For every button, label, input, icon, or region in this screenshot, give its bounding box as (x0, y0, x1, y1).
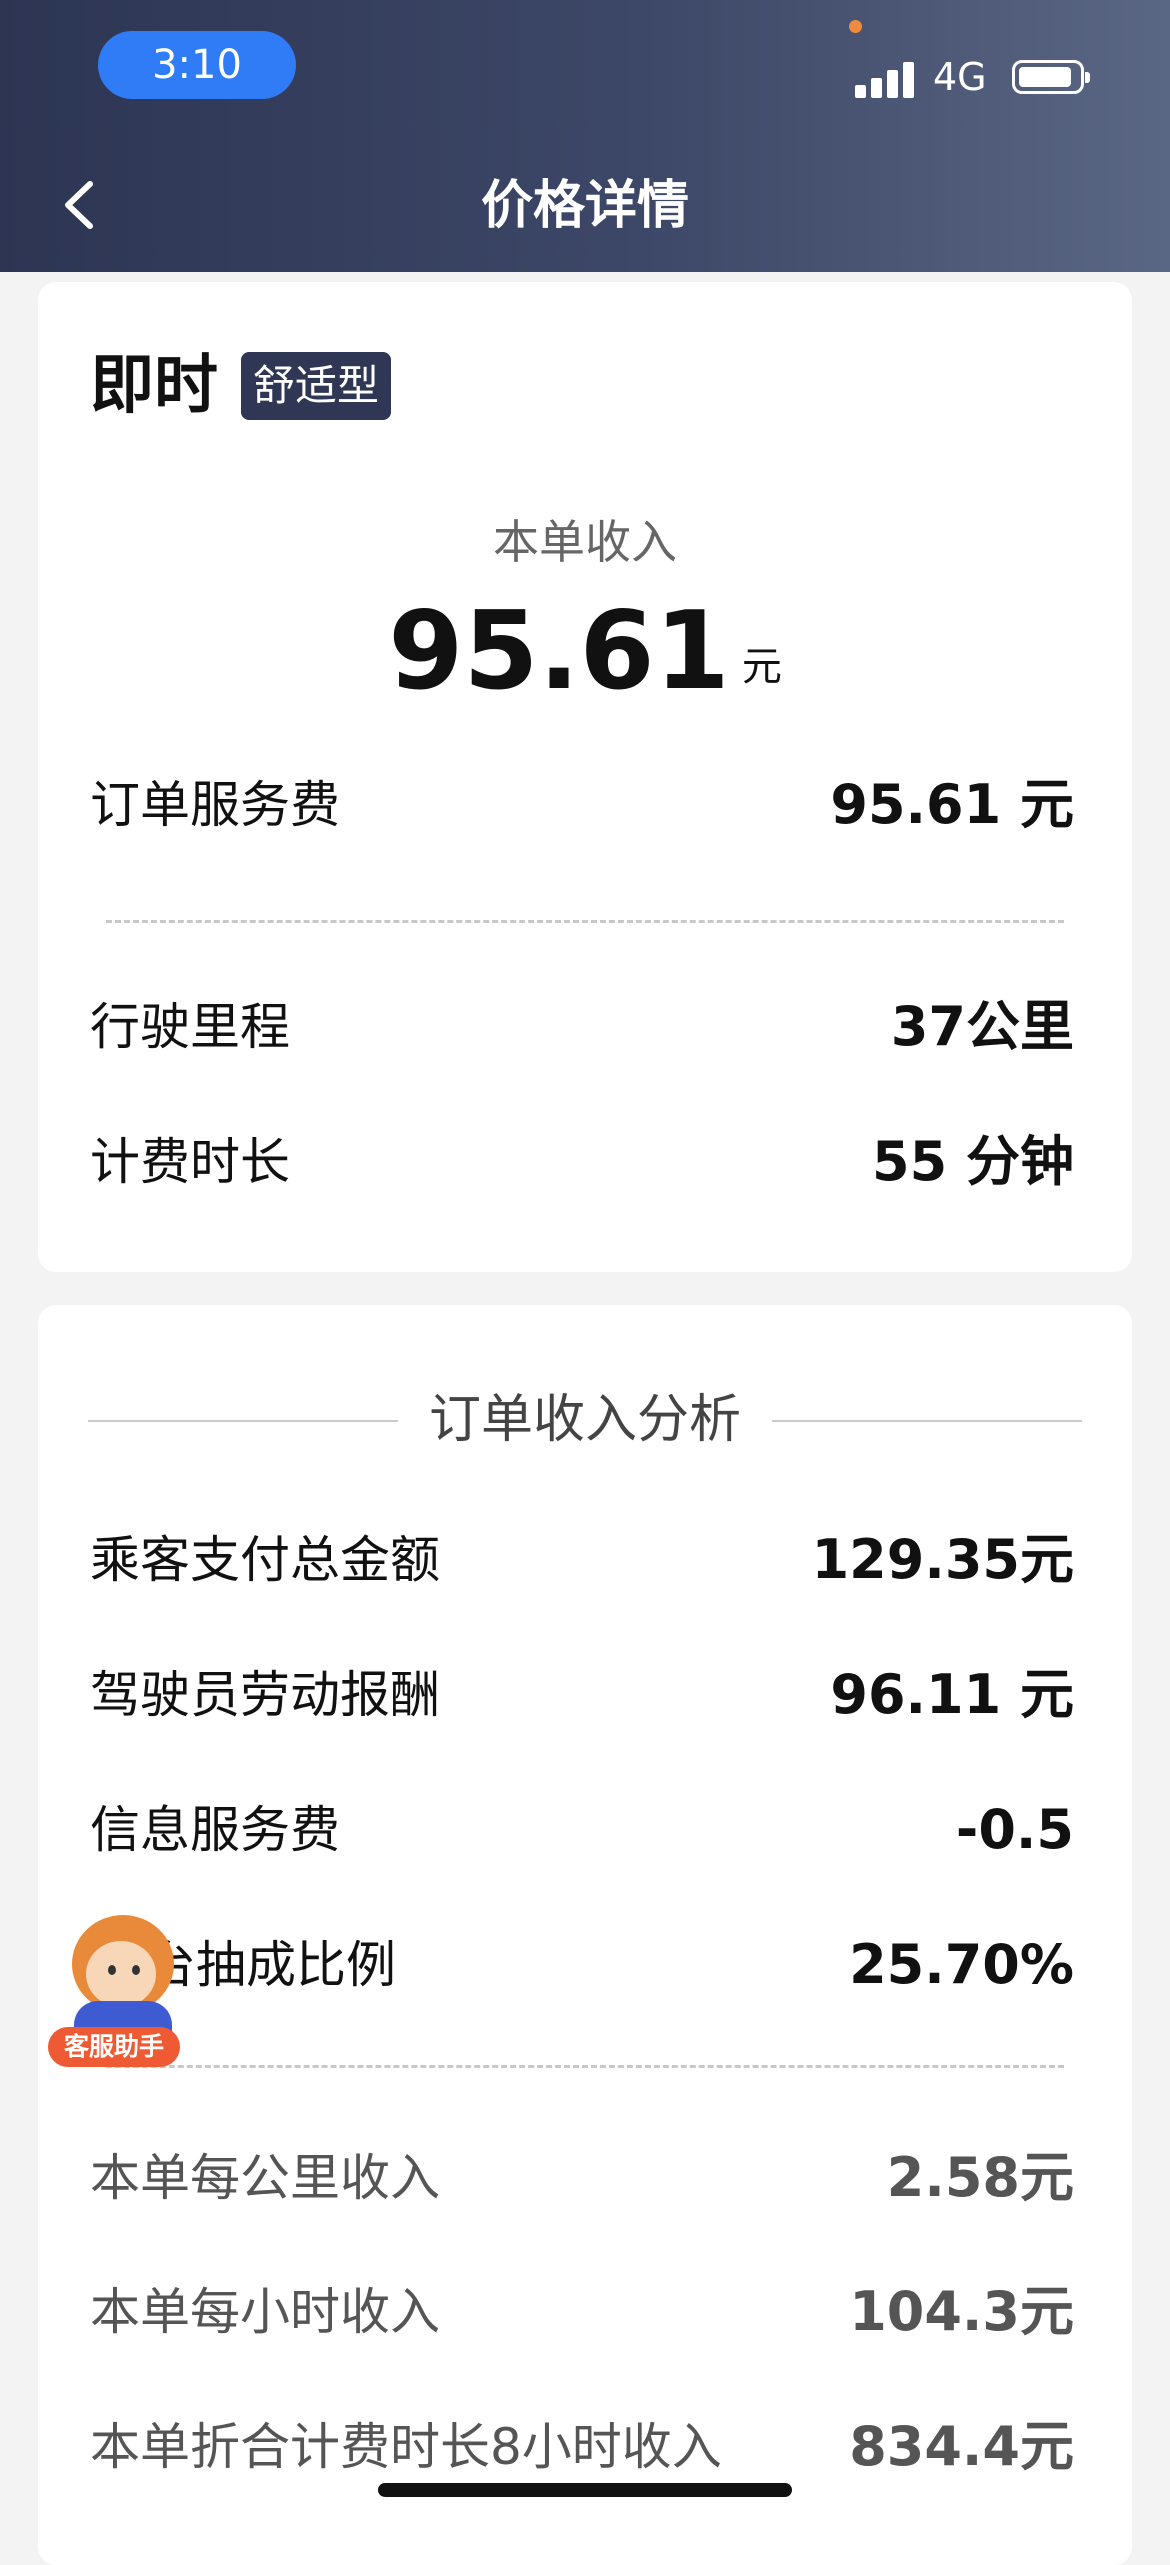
signal-icon (855, 58, 915, 98)
service-fee-value: 95.61 元 (830, 773, 1074, 836)
page-title: 价格详情 (480, 176, 689, 236)
order-income-card: 即时 舒适型 本单收入 95.61 元 订单服务费 95.61 元 行驶里程 37… (38, 282, 1132, 1272)
status-time: 3:10 (98, 31, 296, 99)
duration-value: 55 分钟 (872, 1130, 1074, 1193)
per-km-income-value: 2.58元 (886, 2146, 1074, 2209)
income-analysis-card: 订单收入分析 乘客支付总金额 129.35元 驾驶员劳动报酬 96.11 元 信… (38, 1305, 1132, 2565)
car-class-badge: 舒适型 (241, 352, 392, 420)
mascot-eye (132, 1965, 140, 1975)
per-hour-income-value: 104.3元 (849, 2280, 1074, 2343)
eight-hour-income-label: 本单折合计费时长8小时收入 (90, 2418, 722, 2476)
divider (106, 920, 1064, 923)
section-line-right (772, 1420, 1082, 1422)
driver-pay-label: 驾驶员劳动报酬 (90, 1666, 440, 1724)
distance-value: 37公里 (890, 995, 1074, 1058)
driver-pay-value: 96.11 元 (830, 1663, 1074, 1726)
home-indicator[interactable] (378, 2483, 792, 2497)
commission-rate-value: 25.70% (849, 1933, 1074, 1996)
customer-service-assistant[interactable]: 客服助手 (46, 1915, 186, 2070)
divider (106, 2065, 1064, 2068)
passenger-total-label: 乘客支付总金额 (90, 1531, 440, 1589)
service-fee-label: 订单服务费 (90, 776, 340, 834)
info-fee-label: 信息服务费 (90, 1801, 340, 1859)
order-type: 即时 (90, 349, 218, 423)
assistant-label[interactable]: 客服助手 (48, 2027, 180, 2067)
mascot-eye (108, 1965, 116, 1975)
income-label: 本单收入 (493, 515, 677, 569)
distance-label: 行驶里程 (90, 998, 290, 1056)
income-amount: 95.61 元 (38, 587, 1132, 717)
income-unit: 元 (741, 644, 782, 690)
passenger-total-value: 129.35元 (811, 1528, 1074, 1591)
header-bar: 3:10 4G 价格详情 (0, 0, 1170, 272)
mascot-face (86, 1941, 156, 2007)
network-type: 4G (933, 55, 987, 99)
info-fee-value: -0.5 (955, 1798, 1074, 1861)
privacy-indicator-dot (849, 20, 862, 33)
per-km-income-label: 本单每公里收入 (90, 2149, 440, 2207)
income-value: 95.61 (388, 589, 730, 714)
battery-icon (1012, 60, 1090, 94)
per-hour-income-label: 本单每小时收入 (90, 2283, 440, 2341)
eight-hour-income-value: 834.4元 (849, 2415, 1074, 2478)
duration-label: 计费时长 (90, 1133, 290, 1191)
